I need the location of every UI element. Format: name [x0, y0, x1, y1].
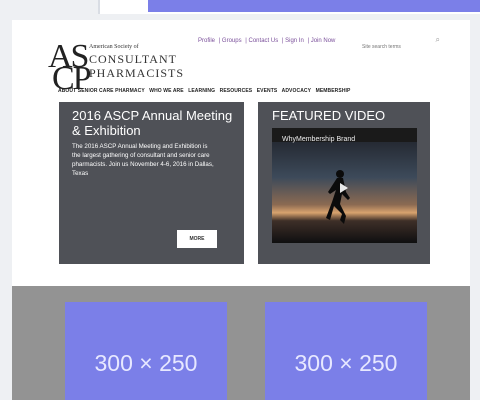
- top-strip-divider: [98, 0, 100, 14]
- nav-learning[interactable]: LEARNING: [188, 88, 215, 94]
- logo-line-2: CONSULTANT: [89, 52, 177, 66]
- nav-advocacy[interactable]: ADVOCACY: [282, 88, 311, 94]
- nav-events[interactable]: EVENTS: [257, 88, 278, 94]
- logo-line-3: PHARMACISTS: [89, 66, 185, 80]
- link-contact-us[interactable]: Contact Us: [249, 38, 279, 44]
- link-sign-in[interactable]: Sign In: [285, 38, 304, 44]
- runner-silhouette: [326, 170, 350, 224]
- more-button[interactable]: MORE: [177, 230, 217, 248]
- nav-who-we-are[interactable]: WHO WE ARE: [149, 88, 183, 94]
- featured-video-card: FEATURED VIDEO WhyMembership Brand: [258, 102, 430, 264]
- nav-membership[interactable]: MEMBERSHIP: [316, 88, 351, 94]
- ad-slot-right[interactable]: 300 × 250: [265, 302, 427, 400]
- web-page: AS CP American Society of CONSULTANT PHA…: [12, 20, 470, 400]
- site-header: AS CP American Society of CONSULTANT PHA…: [12, 20, 470, 100]
- main-nav: ABOUT SENIOR CARE PHARMACY WHO WE ARE LE…: [58, 88, 353, 94]
- ad-slot-left[interactable]: 300 × 250: [65, 302, 227, 400]
- link-profile[interactable]: Profile: [198, 38, 215, 44]
- nav-resources[interactable]: RESOURCES: [220, 88, 253, 94]
- video-player[interactable]: WhyMembership Brand: [272, 128, 417, 243]
- logo-line-1: American Society of: [89, 44, 139, 50]
- event-card: 2016 ASCP Annual Meeting & Exhibition Th…: [59, 102, 244, 264]
- event-title: 2016 ASCP Annual Meeting & Exhibition: [72, 108, 233, 138]
- play-icon[interactable]: [340, 183, 348, 193]
- nav-about[interactable]: ABOUT SENIOR CARE PHARMACY: [58, 88, 145, 94]
- video-title: WhyMembership Brand: [282, 136, 356, 143]
- utility-links: Profile | Groups | Contact Us | Sign In …: [198, 38, 336, 44]
- search-input[interactable]: [362, 42, 422, 52]
- link-join-now[interactable]: Join Now: [311, 38, 336, 44]
- ad-label-left: 300 × 250: [94, 350, 198, 376]
- site-search: ⌕: [362, 35, 440, 52]
- top-ad-strip: [148, 0, 480, 12]
- search-icon[interactable]: ⌕: [436, 35, 440, 45]
- event-description: The 2016 ASCP Annual Meeting and Exhibit…: [72, 143, 214, 177]
- ascp-logo[interactable]: AS CP American Society of CONSULTANT PHA…: [48, 40, 198, 96]
- featured-video-title: FEATURED VIDEO: [272, 108, 386, 123]
- ad-label-right: 300 × 250: [294, 350, 398, 376]
- link-groups[interactable]: Groups: [222, 38, 242, 44]
- window-background: AS CP American Society of CONSULTANT PHA…: [0, 0, 480, 400]
